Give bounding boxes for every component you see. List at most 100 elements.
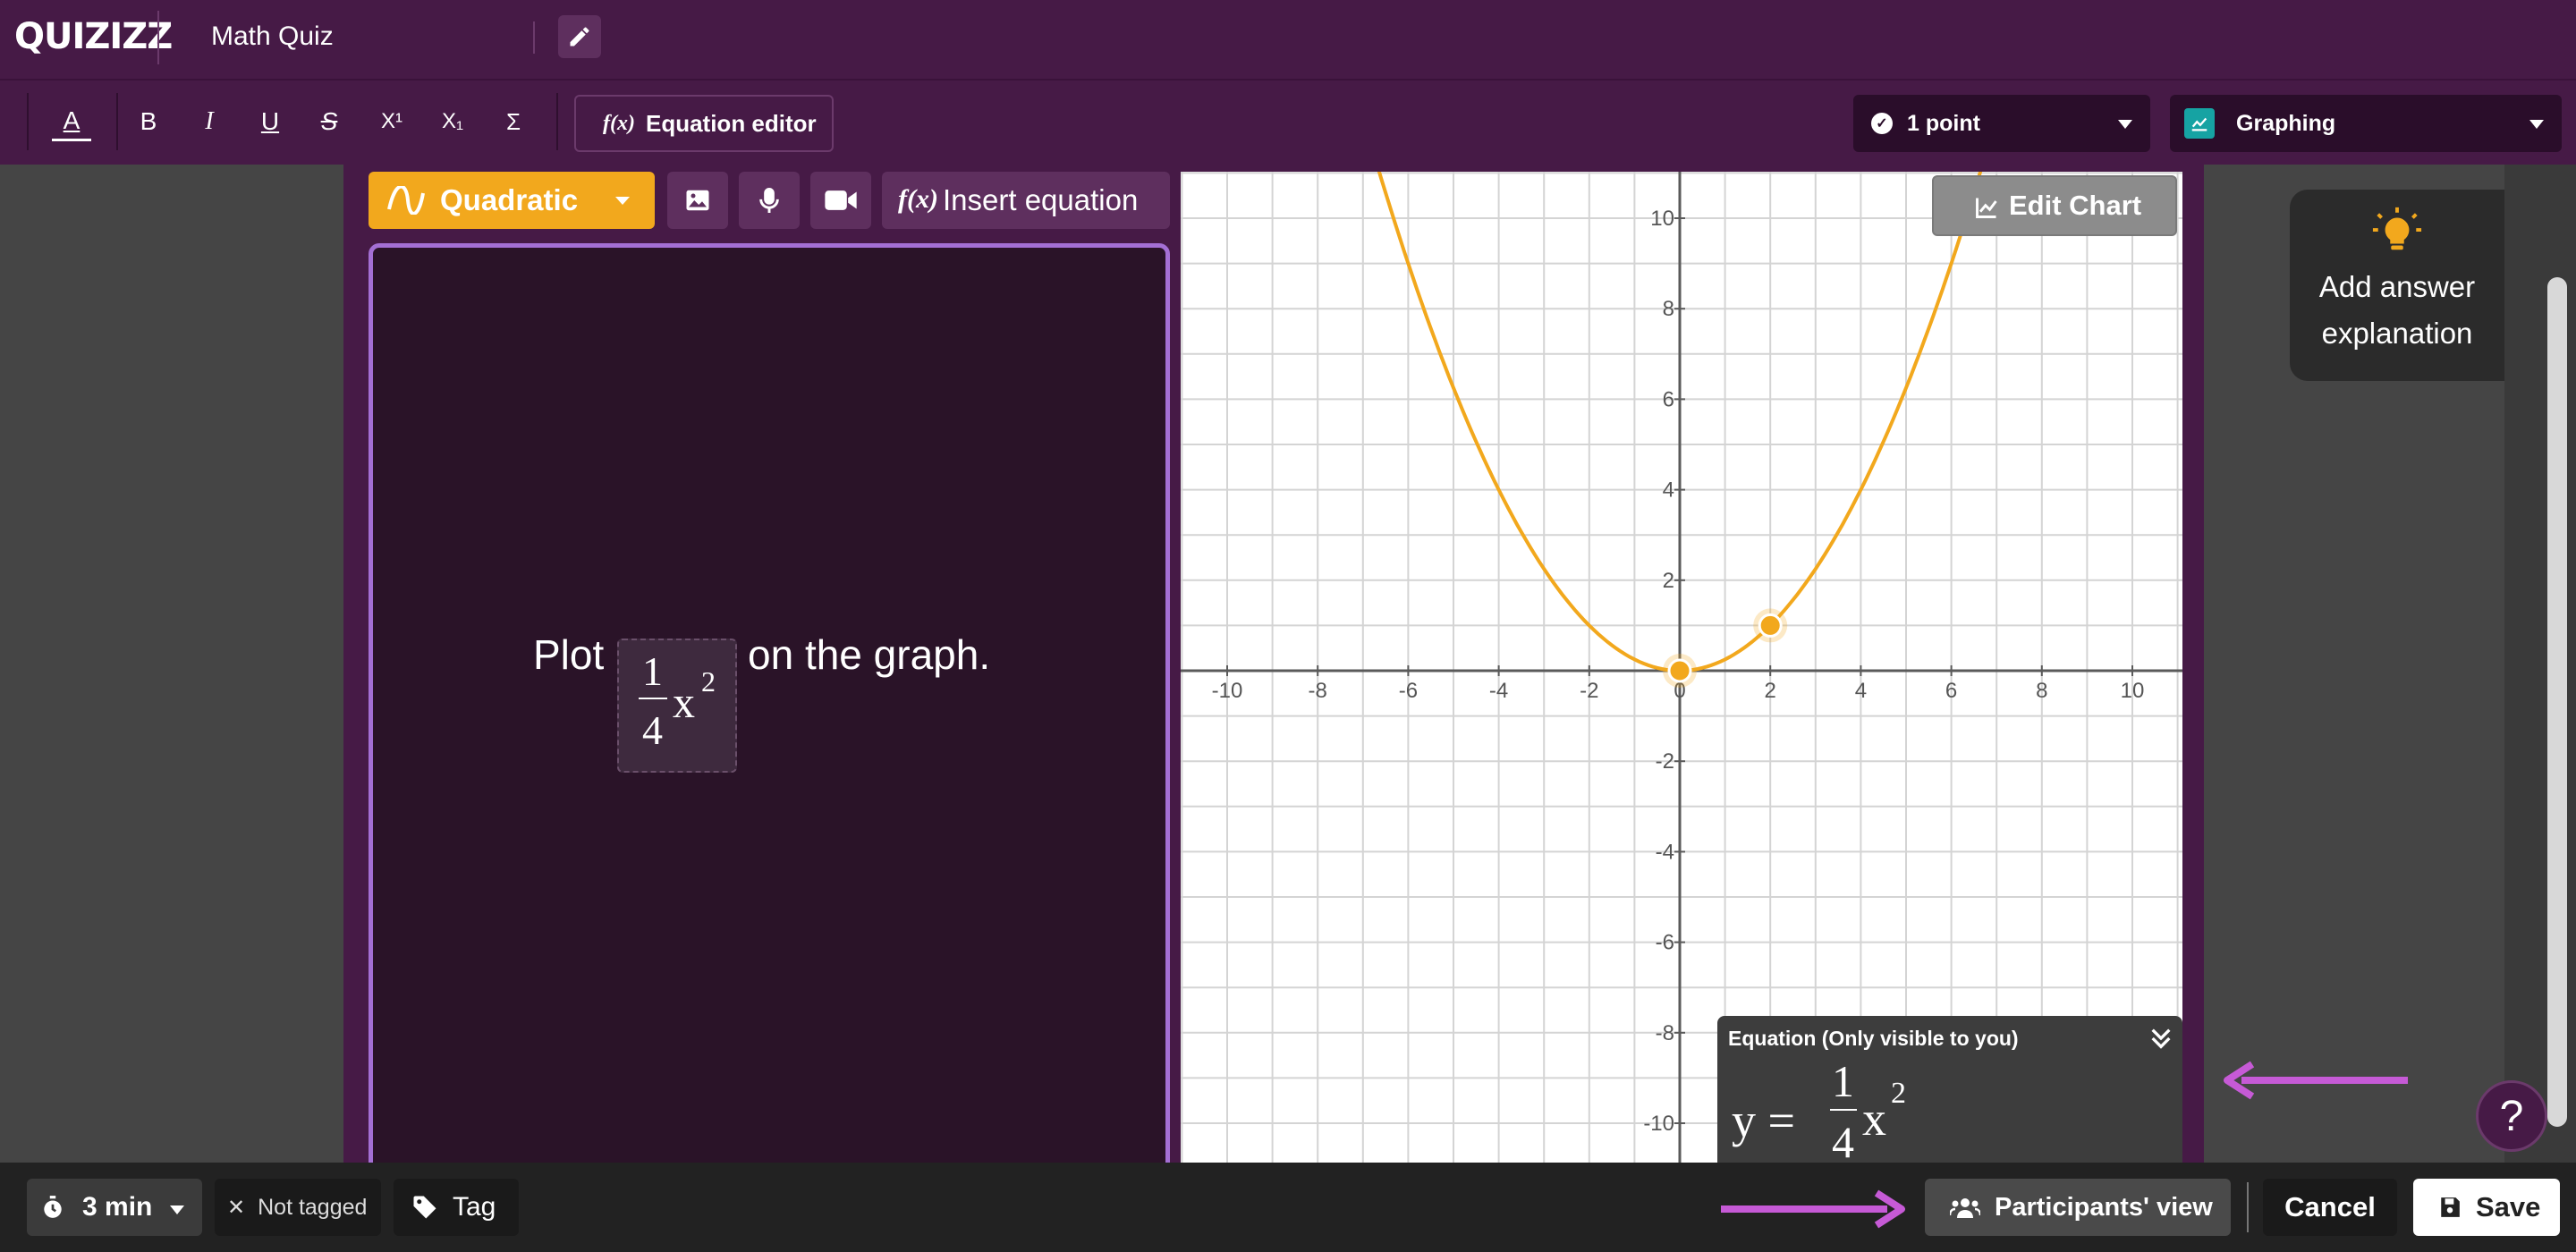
tag-icon [413, 1196, 436, 1219]
text-color-icon: A [63, 106, 80, 134]
question-text-box[interactable] [369, 243, 1170, 1173]
save-button[interactable]: Save [2413, 1179, 2560, 1236]
italic-icon: I [205, 107, 214, 135]
x-tick-label: 6 [1945, 679, 1957, 703]
save-label: Save [2476, 1191, 2541, 1222]
add-explanation-button[interactable]: Add answer explanation [2290, 190, 2504, 381]
fraction-numerator: 1 [642, 648, 663, 694]
annotation-arrow-left [2224, 1061, 2408, 1100]
superscript-button[interactable]: X¹ [372, 102, 411, 141]
video-camera-icon [825, 190, 857, 210]
divider [116, 93, 118, 150]
underline-icon: U [260, 107, 280, 135]
sigma-icon: Σ [505, 107, 521, 135]
divider [533, 21, 535, 54]
edit-title-button[interactable] [558, 15, 601, 58]
x-tick-label: 8 [2036, 679, 2047, 703]
bold-button[interactable]: B [129, 102, 168, 141]
fraction-denominator: 4 [642, 707, 663, 753]
control-point[interactable] [1667, 658, 1692, 683]
insert-equation-button[interactable]: f(x) Insert equation [882, 172, 1170, 229]
math-expression[interactable]: 1 4 x 2 [617, 639, 737, 773]
subscript-button[interactable]: X₁ [433, 102, 472, 141]
insert-equation-label: Insert equation [943, 183, 1139, 216]
check-circle-icon: ✓ [1871, 113, 1893, 134]
points-label: 1 point [1907, 110, 1980, 136]
sigma-button[interactable]: Σ [494, 102, 533, 141]
y-tick-label: 10 [1650, 207, 1674, 231]
line-chart-icon [2184, 108, 2215, 139]
chevron-down-icon [2529, 120, 2544, 129]
x-tick-label: 4 [1855, 679, 1867, 703]
cancel-button[interactable]: Cancel [2263, 1179, 2397, 1236]
x-tick-label: -8 [1309, 679, 1327, 703]
equation-editor-button[interactable]: f(x) Equation editor [574, 95, 834, 152]
question-type-label: Graphing [2236, 110, 2336, 136]
insert-image-button[interactable] [667, 172, 728, 229]
math-exponent: 2 [701, 665, 716, 698]
y-tick-label: -4 [1656, 840, 1674, 864]
equation-numerator: 1 [1832, 1056, 1854, 1106]
question-type-dropdown[interactable]: Graphing [2170, 95, 2562, 152]
equation-panel-title: Equation (Only visible to you) [1728, 1027, 2019, 1050]
not-tagged-label: Not tagged [258, 1194, 368, 1220]
microphone-icon [759, 188, 779, 213]
y-tick-label: 8 [1663, 297, 1674, 321]
graph-type-dropdown[interactable]: Quadratic [369, 172, 655, 229]
scrollbar-thumb[interactable] [2547, 277, 2567, 1127]
y-tick-label: -2 [1656, 749, 1674, 774]
control-point[interactable] [1758, 613, 1783, 638]
chevron-down-icon [615, 197, 630, 205]
y-tick-label: 6 [1663, 387, 1674, 411]
pencil-icon [570, 27, 589, 47]
insert-audio-button[interactable] [739, 172, 800, 229]
math-variable: x [673, 677, 695, 727]
chevron-down-icon [170, 1205, 184, 1214]
text-color-button[interactable]: A [52, 102, 91, 141]
explanation-label-line2: explanation [2321, 317, 2473, 350]
superscript-icon: X¹ [381, 109, 402, 133]
edit-chart-button[interactable]: Edit Chart [1932, 175, 2177, 236]
italic-button[interactable]: I [190, 102, 229, 141]
top-bar [0, 0, 2576, 79]
insert-video-button[interactable] [810, 172, 871, 229]
quizizz-logo[interactable]: QUIZIZZ [14, 16, 173, 57]
y-tick-label: 2 [1663, 569, 1674, 593]
help-label: ? [2499, 1092, 2524, 1140]
question-prefix: Plot [533, 631, 605, 678]
fraction-bar [1830, 1109, 1857, 1111]
close-icon: ✕ [227, 1195, 246, 1220]
help-button[interactable]: ? [2476, 1080, 2547, 1152]
equation-exponent: 2 [1891, 1077, 1906, 1110]
strikethrough-icon: S [320, 107, 338, 135]
chart-icon [1976, 198, 1997, 218]
fraction-bar [639, 698, 667, 699]
y-tick-label: 4 [1663, 478, 1674, 503]
participants-view-label: Participants' view [1995, 1192, 2213, 1222]
users-icon [1950, 1198, 1980, 1218]
divider [157, 11, 159, 64]
cancel-label: Cancel [2284, 1191, 2376, 1222]
x-tick-label: -10 [1212, 679, 1243, 703]
not-tagged-chip[interactable]: ✕ Not tagged [215, 1179, 381, 1236]
quiz-title[interactable]: Math Quiz [211, 21, 334, 52]
y-tick-label: -8 [1656, 1021, 1674, 1045]
points-dropdown[interactable]: ✓ 1 point [1853, 95, 2150, 152]
x-tick-label: -2 [1580, 679, 1598, 703]
equation-denominator: 4 [1832, 1117, 1854, 1167]
divider [2247, 1182, 2249, 1232]
lightbulb-icon [2372, 207, 2422, 250]
participants-view-button[interactable]: Participants' view [1925, 1179, 2231, 1236]
timer-dropdown[interactable]: 3 min [27, 1179, 202, 1236]
edit-chart-label: Edit Chart [2009, 190, 2142, 221]
annotation-arrow-right [1721, 1189, 1905, 1229]
tag-button[interactable]: Tag [394, 1179, 519, 1236]
floppy-disk-icon [2441, 1197, 2460, 1217]
stopwatch-icon [44, 1196, 62, 1218]
underline-button[interactable]: U [250, 102, 290, 141]
collapse-icon[interactable] [2147, 1023, 2175, 1053]
function-icon: f(x) [898, 184, 938, 214]
strikethrough-button[interactable]: S [309, 102, 349, 141]
equation-editor-label: Equation editor [645, 109, 817, 137]
divider [27, 93, 29, 150]
